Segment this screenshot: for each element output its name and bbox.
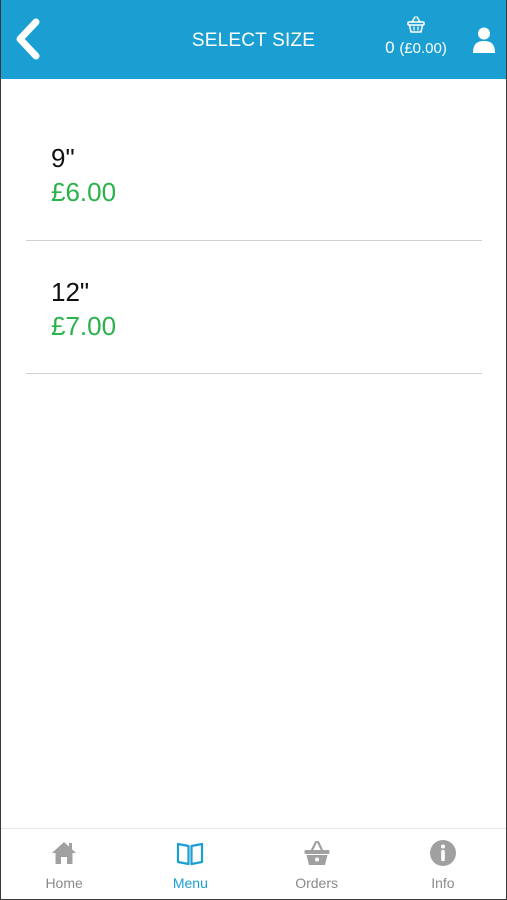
cart-total: (£0.00) [399, 40, 447, 57]
cart-count: 0 [385, 38, 395, 57]
app-screen: SELECT SIZE 0 (£0.00) 9" £6.00 12" £7.00… [0, 0, 507, 900]
tab-label: Home [45, 875, 83, 891]
tab-orders[interactable]: Orders [254, 829, 380, 899]
size-option[interactable]: 12" £7.00 [26, 241, 482, 374]
tab-home[interactable]: Home [1, 829, 127, 899]
cart-button[interactable]: 0 (£0.00) [381, 14, 451, 58]
size-price: £7.00 [51, 311, 117, 341]
user-icon [473, 27, 495, 53]
tab-label: Orders [295, 875, 339, 891]
account-button[interactable] [472, 26, 496, 54]
basket-icon [304, 840, 330, 865]
bottom-tab-bar: Home Menu Orders Info [1, 828, 506, 899]
tab-menu[interactable]: Menu [127, 829, 253, 899]
top-bar: SELECT SIZE 0 (£0.00) [1, 0, 506, 79]
size-name: 12" [51, 277, 90, 307]
tab-label: Info [431, 875, 455, 891]
tab-info[interactable]: Info [380, 829, 506, 899]
size-option[interactable]: 9" £6.00 [26, 107, 482, 241]
info-icon [429, 840, 456, 866]
cart-summary: 0 (£0.00) [381, 38, 451, 58]
size-price: £6.00 [51, 177, 117, 207]
basket-icon [407, 16, 425, 33]
size-name: 9" [51, 143, 75, 173]
size-options-list: 9" £6.00 12" £7.00 [26, 107, 482, 374]
book-icon [177, 842, 204, 866]
home-icon [52, 842, 77, 864]
tab-label: Menu [172, 875, 208, 891]
